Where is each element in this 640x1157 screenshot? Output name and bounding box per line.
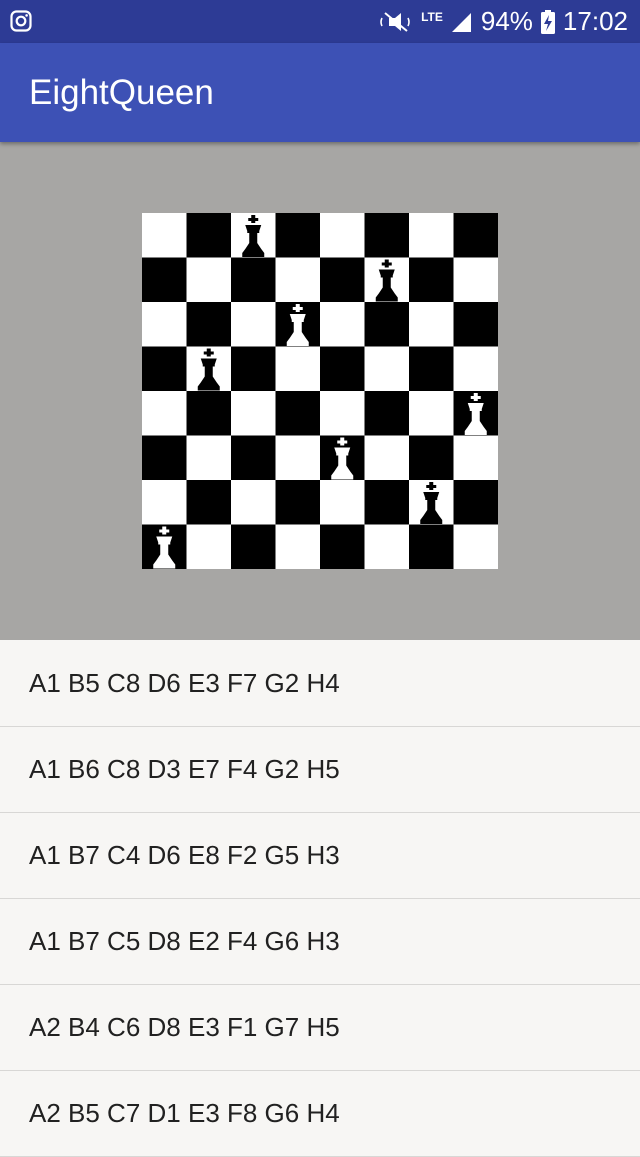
board-square (186, 213, 232, 258)
clock: 17:02 (562, 6, 628, 36)
solution-label: A1 B7 C4 D6 E8 F2 G5 H3 (29, 840, 340, 870)
app-bar: EightQueen (0, 43, 640, 142)
board-square (186, 257, 232, 303)
board-square (275, 435, 321, 481)
board-square (186, 524, 232, 569)
board-square (320, 524, 365, 569)
board-square (453, 524, 498, 569)
board-square (275, 391, 321, 436)
board-square (320, 213, 365, 258)
board-square (231, 302, 276, 347)
board-square (275, 480, 321, 525)
solution-label: A1 B7 C5 D8 E2 F4 G6 H3 (29, 926, 340, 956)
board-square (142, 302, 187, 347)
board-square (409, 257, 454, 303)
board-square (275, 213, 321, 258)
board-square (320, 346, 365, 392)
board-square (231, 346, 276, 392)
board-square (364, 524, 410, 569)
list-item[interactable]: A1 B5 C8 D6 E3 F7 G2 H4 (0, 641, 640, 727)
battery-charging-icon (540, 9, 555, 34)
network-type: LTE (421, 9, 443, 24)
solution-label: A2 B5 C7 D1 E3 F8 G6 H4 (29, 1098, 340, 1128)
board-square (453, 302, 498, 347)
status-bar: LTE 94% 17:02 (0, 0, 640, 43)
signal-icon (451, 11, 473, 33)
board-square (186, 391, 232, 436)
list-item[interactable]: A2 B4 C6 D8 E3 F1 G7 H5 (0, 985, 640, 1071)
instagram-icon (10, 10, 32, 32)
board-square (275, 524, 321, 569)
board-square (142, 257, 187, 303)
board-square (364, 391, 410, 436)
board-square (453, 346, 498, 392)
board-square (142, 435, 187, 481)
app-title: EightQueen (29, 73, 214, 112)
board-square (364, 213, 410, 258)
battery-percent: 94% (480, 6, 533, 36)
list-item[interactable]: A1 B7 C4 D6 E8 F2 G5 H3 (0, 813, 640, 899)
board-square (275, 257, 321, 303)
board-square (275, 346, 321, 392)
solution-label: A1 B6 C8 D3 E7 F4 G2 H5 (29, 754, 340, 784)
board-square (320, 257, 365, 303)
board-square (364, 480, 410, 525)
board-square (320, 480, 365, 525)
board-square (320, 391, 365, 436)
board-square (231, 257, 276, 303)
board-square (364, 302, 410, 347)
board-square (186, 480, 232, 525)
board-square (409, 213, 454, 258)
board-square (186, 435, 232, 481)
board-square (320, 302, 365, 347)
solution-list: A1 B5 C8 D6 E3 F7 G2 H4 A1 B6 C8 D3 E7 F4… (0, 640, 640, 1157)
board-square (231, 524, 276, 569)
board-square (409, 391, 454, 436)
board-square (142, 346, 187, 392)
chess-board (142, 213, 498, 569)
board-square (142, 480, 187, 525)
status-icons: LTE 94% 17:02 (379, 0, 628, 43)
board-square (409, 346, 454, 392)
board-area (0, 142, 640, 640)
mute-icon (379, 10, 413, 34)
list-item[interactable]: A1 B7 C5 D8 E2 F4 G6 H3 (0, 899, 640, 985)
board-square (231, 391, 276, 436)
board-square (231, 435, 276, 481)
board-square (453, 480, 498, 525)
board-square (231, 480, 276, 525)
board-square (142, 391, 187, 436)
solution-label: A1 B5 C8 D6 E3 F7 G2 H4 (29, 668, 340, 698)
board-square (364, 346, 410, 392)
board-square (186, 302, 232, 347)
board-square (453, 213, 498, 258)
board-square (142, 213, 187, 258)
board-square (364, 435, 410, 481)
board-square (409, 524, 454, 569)
solution-label: A2 B4 C6 D8 E3 F1 G7 H5 (29, 1012, 340, 1042)
board-square (409, 435, 454, 481)
list-item[interactable]: A2 B5 C7 D1 E3 F8 G6 H4 (0, 1071, 640, 1157)
list-item[interactable]: A1 B6 C8 D3 E7 F4 G2 H5 (0, 727, 640, 813)
board-square (409, 302, 454, 347)
board-square (453, 435, 498, 481)
board-square (453, 257, 498, 303)
